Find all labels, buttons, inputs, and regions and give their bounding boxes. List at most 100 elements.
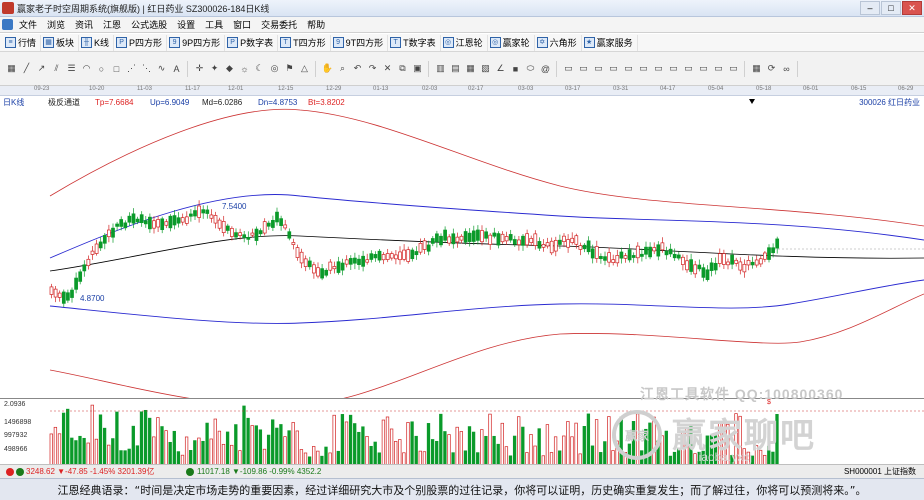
channel-icon[interactable]: ⫽ <box>50 62 63 75</box>
9p-square-button[interactable]: 9 9P四方形 <box>167 34 226 51</box>
period-12-icon[interactable]: ▭ <box>727 62 740 75</box>
delete-icon[interactable]: ✕ <box>381 62 394 75</box>
candle <box>660 242 665 251</box>
sun-icon[interactable]: ☼ <box>238 62 251 75</box>
box-icon[interactable]: □ <box>110 62 123 75</box>
menu-settings[interactable]: 设置 <box>172 18 200 31</box>
period-6-icon[interactable]: ▭ <box>637 62 650 75</box>
square-icon[interactable]: ■ <box>509 62 522 75</box>
date-tick: 06-15 <box>851 86 867 92</box>
period-3-icon[interactable]: ▭ <box>592 62 605 75</box>
minimize-button[interactable]: – <box>860 1 880 15</box>
hand-icon[interactable]: ✋ <box>321 62 334 75</box>
calendar-icon[interactable]: ▧ <box>479 62 492 75</box>
candle <box>574 235 579 245</box>
diamond-icon[interactable]: ◆ <box>223 62 236 75</box>
candle <box>627 249 632 261</box>
candle <box>131 213 136 224</box>
flag-icon[interactable]: ⚑ <box>283 62 296 75</box>
sector-button[interactable]: ▦ 板块 <box>41 34 80 51</box>
menu-file[interactable]: 文件 <box>14 18 42 31</box>
t-square-button[interactable]: T T四方形 <box>278 34 331 51</box>
volume-bar <box>562 435 566 465</box>
p-table-button[interactable]: P P数字表 <box>225 34 279 51</box>
candle <box>344 259 349 265</box>
angle-icon[interactable]: ∠ <box>494 62 507 75</box>
maximize-button[interactable]: □ <box>881 1 901 15</box>
ray-icon[interactable]: ↗ <box>35 62 48 75</box>
table-icon[interactable]: ▦ <box>464 62 477 75</box>
menu-gann[interactable]: 江恩 <box>98 18 126 31</box>
gann-fan-icon[interactable]: ⋱ <box>140 62 153 75</box>
refresh-icon[interactable]: ⟳ <box>765 62 778 75</box>
kline-button[interactable]: ╫ K线 <box>79 34 115 51</box>
volume-icon[interactable]: ▤ <box>449 62 462 75</box>
9t-square-button[interactable]: 9 9T四方形 <box>331 34 389 51</box>
period-label[interactable]: 日K线 <box>3 97 24 108</box>
period-1-icon[interactable]: ▭ <box>562 62 575 75</box>
volume-bar <box>266 434 271 465</box>
market-icon <box>186 468 194 476</box>
target-icon[interactable]: ◎ <box>268 62 281 75</box>
tool-group-1: ▦ ╱ ↗ ⫽ ☰ ◠ ○ □ ⋰ ⋱ ∿ A <box>4 60 188 77</box>
moon-icon[interactable]: ☾ <box>253 62 266 75</box>
price-chart[interactable]: 7.5400 4.8700 <box>0 108 924 398</box>
menu-help[interactable]: 帮助 <box>302 18 330 31</box>
gann-wheel-button[interactable]: ◎ 江恩轮 <box>441 34 488 51</box>
period-7-icon[interactable]: ▭ <box>652 62 665 75</box>
menu-news[interactable]: 资讯 <box>70 18 98 31</box>
menu-trade[interactable]: 交易委托 <box>256 18 302 31</box>
p-square-button[interactable]: P P四方形 <box>114 34 168 51</box>
grid-icon[interactable]: ▦ <box>5 62 18 75</box>
period-4-icon[interactable]: ▭ <box>607 62 620 75</box>
period-10-icon[interactable]: ▭ <box>697 62 710 75</box>
line-icon[interactable]: ╱ <box>20 62 33 75</box>
volume-bar <box>582 426 586 465</box>
infinity-icon[interactable]: ∞ <box>780 62 793 75</box>
close-button[interactable]: ✕ <box>902 1 922 15</box>
menu-tools[interactable]: 工具 <box>200 18 228 31</box>
candle <box>135 218 140 223</box>
cursor-marker-icon <box>749 99 755 104</box>
window-grid-icon[interactable]: ▦ <box>750 62 763 75</box>
fib-icon[interactable]: ☰ <box>65 62 78 75</box>
bt-line <box>49 293 924 398</box>
save-icon[interactable]: ▣ <box>411 62 424 75</box>
bars-icon[interactable]: ▥ <box>434 62 447 75</box>
circle-icon[interactable]: ○ <box>95 62 108 75</box>
t-table-button[interactable]: T T数字表 <box>388 34 441 51</box>
cross-icon[interactable]: ✛ <box>193 62 206 75</box>
menu-formula-select[interactable]: 公式选股 <box>126 18 172 31</box>
period-5-icon[interactable]: ▭ <box>622 62 635 75</box>
spiral-icon[interactable]: @ <box>539 62 552 75</box>
menu-window[interactable]: 窗口 <box>228 18 256 31</box>
volume-bar <box>484 435 488 465</box>
cycle-icon[interactable]: ∿ <box>155 62 168 75</box>
period-11-icon[interactable]: ▭ <box>712 62 725 75</box>
winner-wheel-button[interactable]: ◎ 赢家轮 <box>488 34 535 51</box>
fan-icon[interactable]: ⋰ <box>125 62 138 75</box>
star-icon[interactable]: ✦ <box>208 62 221 75</box>
arc-icon[interactable]: ◠ <box>80 62 93 75</box>
candle <box>697 264 702 270</box>
sector-icon: ▦ <box>43 37 55 48</box>
text-icon[interactable]: A <box>170 62 183 75</box>
zoom-icon[interactable]: ⌕ <box>336 62 349 75</box>
quotes-button[interactable]: ≡ 行情 <box>3 34 42 51</box>
period-9-icon[interactable]: ▭ <box>682 62 695 75</box>
index-selector[interactable]: SH000001 上证指数 <box>844 466 916 477</box>
hexagon-button[interactable]: ✡ 六角形 <box>535 34 582 51</box>
period-2-icon[interactable]: ▭ <box>577 62 590 75</box>
candle <box>197 205 201 218</box>
copy-icon[interactable]: ⧉ <box>396 62 409 75</box>
redo-icon[interactable]: ↷ <box>366 62 379 75</box>
menu-browse[interactable]: 浏览 <box>42 18 70 31</box>
volume-bar <box>78 435 82 465</box>
triangle-icon[interactable]: △ <box>298 62 311 75</box>
ellipse-icon[interactable]: ⬭ <box>524 62 537 75</box>
period-8-icon[interactable]: ▭ <box>667 62 680 75</box>
winner-service-button[interactable]: ★ 赢家服务 <box>582 34 638 51</box>
candle <box>70 289 74 298</box>
undo-icon[interactable]: ↶ <box>351 62 364 75</box>
t-square-label: T四方形 <box>293 38 326 48</box>
